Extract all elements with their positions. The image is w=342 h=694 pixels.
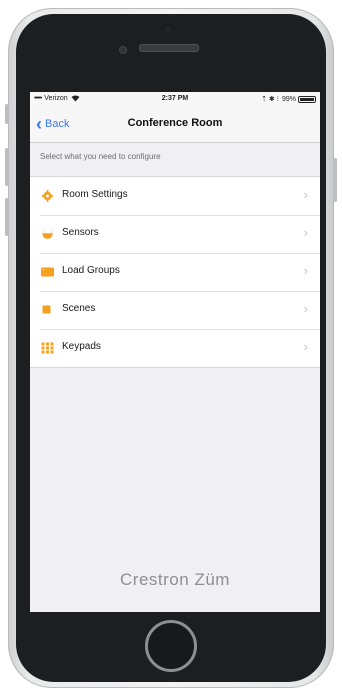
list-item-label: Keypads [62,341,101,352]
sensor-icon [42,228,53,239]
battery-icon [298,95,316,103]
chevron-right-icon: › [303,225,308,240]
list-item-label: Scenes [62,303,96,314]
battery-fill [300,97,314,101]
proximity-sensor [166,27,170,31]
scenes-icon [42,305,51,314]
chevron-right-icon: › [303,339,308,354]
volume-up-button [5,148,9,186]
list-item-room-settings[interactable]: Room Settings › [30,177,320,215]
app-screen: ••••• Verizon 2:37 PM ⇡ ✱ ⁝ 99% ‹ Back C… [30,92,320,612]
home-button[interactable] [145,620,197,672]
list-item-label: Room Settings [62,189,128,200]
chevron-right-icon: › [303,187,308,202]
section-header: Select what you need to configure [40,152,161,161]
battery-percent: 99% [281,95,296,103]
navigation-bar: ‹ Back Conference Room [30,106,320,143]
load-groups-icon [41,267,54,277]
chevron-right-icon: › [303,263,308,278]
chevron-right-icon: › [303,301,308,316]
mute-switch [5,104,9,124]
status-bar: ••••• Verizon 2:37 PM ⇡ ✱ ⁝ 99% [30,92,320,106]
configuration-list: Room Settings › Sensors › Load Groups › … [30,176,320,368]
earpiece-speaker [139,44,199,52]
front-camera [119,46,127,54]
page-title: Conference Room [127,117,223,129]
list-item-label: Load Groups [62,265,120,276]
volume-down-button [5,198,9,236]
brand-logo-text: Crestron Züm [120,570,230,589]
status-right: ⇡ ✱ ⁝ 99% [261,95,316,103]
list-item-keypads[interactable]: Keypads › [30,329,320,367]
keypad-icon [41,342,54,354]
list-item-sensors[interactable]: Sensors › [30,215,320,253]
list-item-label: Sensors [62,227,99,238]
status-indicators: ⇡ ✱ ⁝ [261,96,279,103]
gear-icon [42,190,53,202]
list-item-load-groups[interactable]: Load Groups › [30,253,320,291]
power-button [333,158,337,202]
list-item-scenes[interactable]: Scenes › [30,291,320,329]
